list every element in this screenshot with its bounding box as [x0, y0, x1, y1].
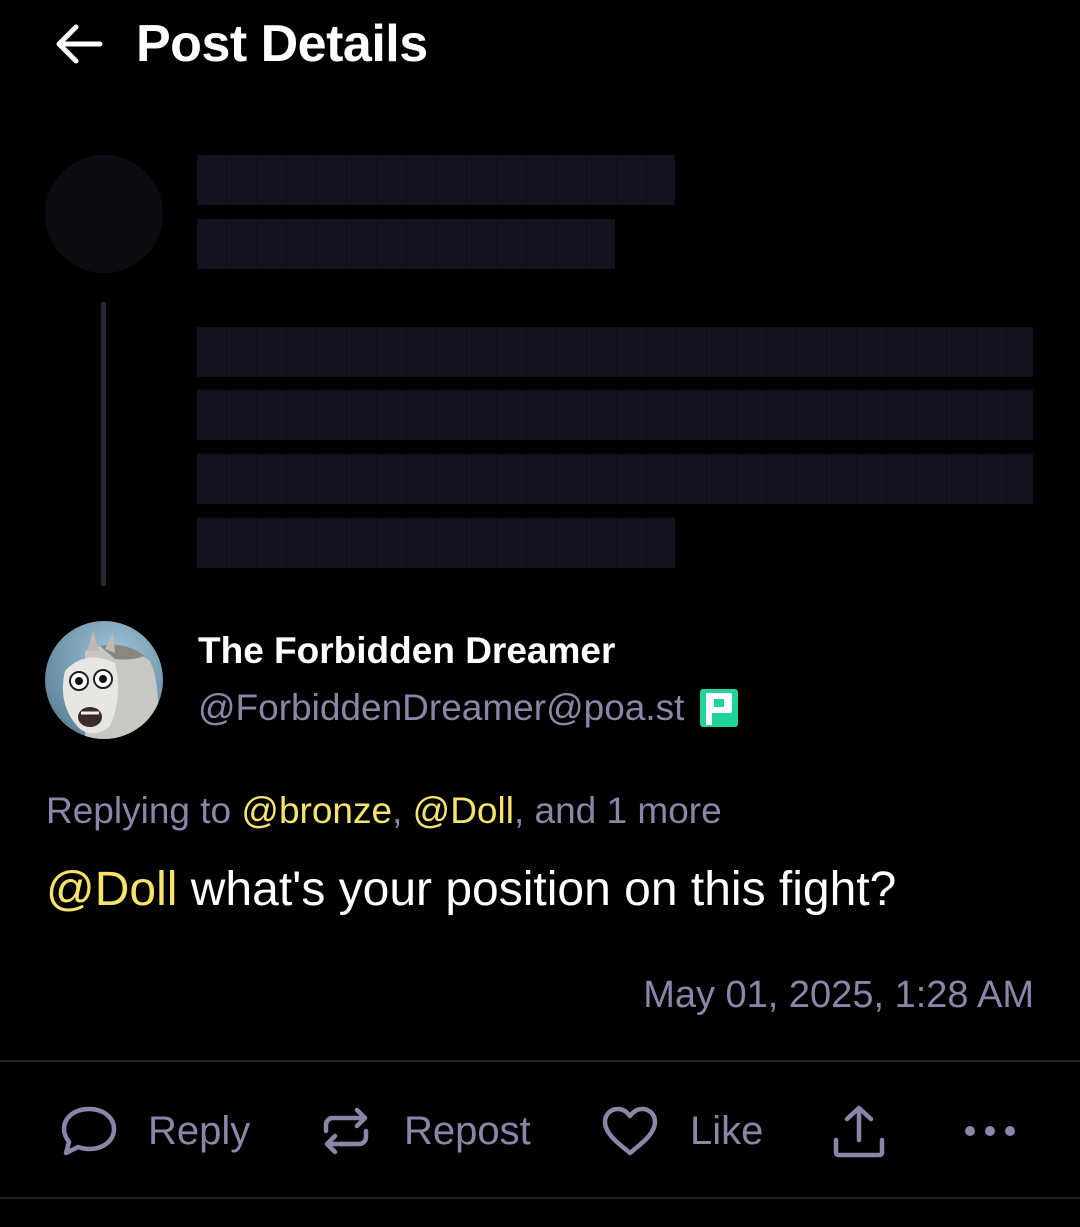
skeleton-line [197, 390, 1033, 440]
author-avatar[interactable] [45, 621, 163, 739]
author-handle-row: @ForbiddenDreamer@poa.st [198, 684, 740, 732]
skeleton-line [197, 327, 1033, 377]
pleroma-icon [698, 687, 740, 729]
back-button[interactable] [50, 20, 106, 68]
repost-label: Repost [404, 1109, 531, 1153]
page-title: Post Details [136, 15, 428, 73]
author-display-name[interactable]: The Forbidden Dreamer [198, 628, 615, 674]
more-horizontal-icon [965, 1126, 1015, 1136]
divider [0, 1197, 1080, 1199]
mention-link[interactable]: @bronze [241, 790, 392, 831]
post-content: @Doll what's your position on this fight… [46, 860, 896, 920]
skeleton-line [197, 454, 1033, 504]
more-button[interactable] [962, 1100, 1018, 1162]
heart-icon [602, 1106, 658, 1156]
author-handle[interactable]: @ForbiddenDreamer@poa.st [198, 685, 684, 731]
like-label: Like [690, 1109, 764, 1153]
thread-line [101, 302, 106, 586]
arrow-left-icon [56, 24, 103, 64]
reply-button[interactable]: Reply [60, 1100, 250, 1162]
replying-and-more[interactable]: , and 1 more [514, 790, 722, 831]
skeleton-avatar [45, 155, 163, 273]
divider [0, 1060, 1080, 1062]
replying-to: Replying to @bronze, @Doll, and 1 more [46, 786, 722, 836]
mention-link[interactable]: @Doll [46, 863, 177, 916]
skeleton-line [197, 518, 675, 568]
reply-label: Reply [148, 1109, 251, 1153]
like-button[interactable]: Like [600, 1100, 763, 1162]
mention-link[interactable]: @Doll [413, 790, 514, 831]
comment-icon [61, 1106, 117, 1156]
repost-icon [323, 1107, 369, 1155]
replying-separator: , [392, 790, 413, 831]
replying-prefix: Replying to [46, 790, 242, 831]
share-button[interactable] [830, 1100, 888, 1162]
post-text: what's your position on this fight? [177, 863, 897, 916]
skeleton-line [197, 155, 675, 205]
top-bar: Post Details [0, 0, 1080, 90]
repost-button[interactable]: Repost [318, 1100, 531, 1162]
share-upload-icon [833, 1105, 885, 1158]
skeleton-line [197, 219, 615, 269]
post-timestamp[interactable]: May 01, 2025, 1:28 AM [643, 970, 1034, 1020]
